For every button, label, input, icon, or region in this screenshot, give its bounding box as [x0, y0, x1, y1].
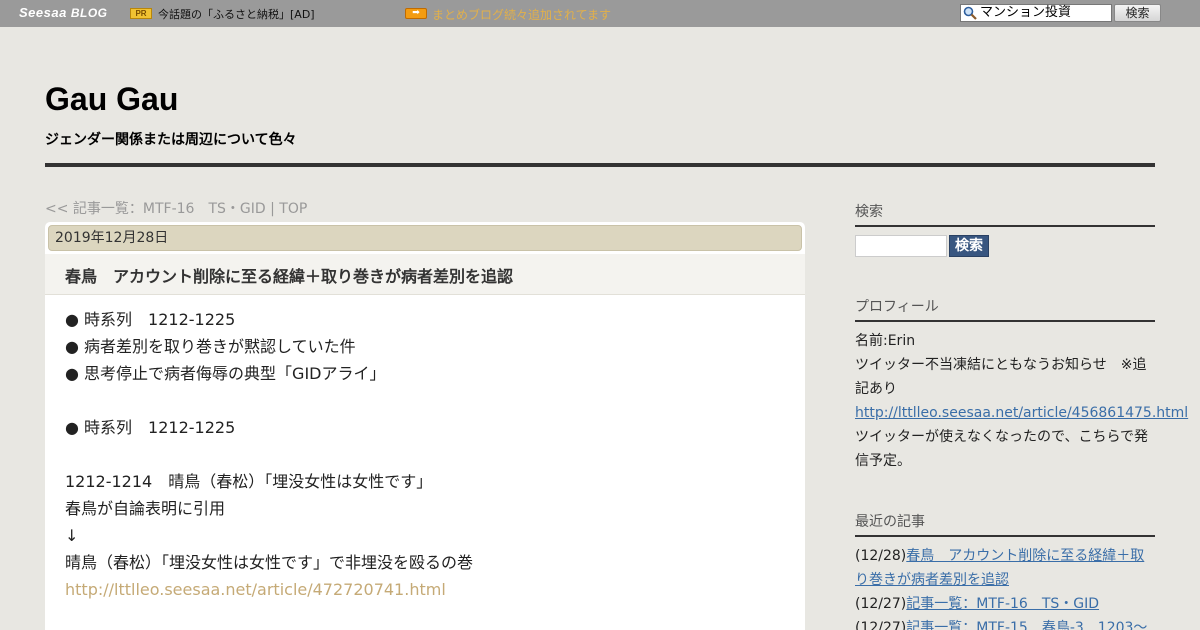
post-line: 晴鳥（春松）「埋没女性は女性です」で非埋没を殴るの巻	[65, 553, 474, 572]
post-line: ● 病者差別を取り巻きが黙認していた件	[65, 337, 356, 356]
top-search-value: マンション投資	[980, 5, 1072, 20]
post-date: 2019年12月28日	[48, 225, 802, 251]
logo-sub: BLOG	[70, 6, 108, 20]
profile-name: 名前:Erin	[855, 333, 916, 349]
post-line: ● 思考停止で病者侮辱の典型「GIDアライ」	[65, 364, 386, 383]
post-line: ● 時系列 1212-1225	[65, 418, 236, 437]
top-search-button[interactable]: 検索	[1114, 4, 1161, 22]
post-body: ● 時系列 1212-1225 ● 病者差別を取り巻きが黙認していた件 ● 思考…	[65, 306, 785, 603]
profile-note: ツイッターが使えなくなったので、こちらで発信予定。	[855, 429, 1149, 469]
site-description: ジェンダー関係または周辺について色々	[45, 132, 297, 148]
post-line: ● 時系列 1212-1225	[65, 310, 236, 329]
pr-badge: PR	[130, 8, 152, 19]
matome-link[interactable]: まとめブログ続々追加されてます	[432, 6, 611, 23]
post-title-box: 春鳥 アカウント削除に至る経緯＋取り巻きが病者差別を追認	[45, 254, 805, 295]
list-item: (12/27)記事一覧：MTF-16 TS・GID	[855, 592, 1155, 616]
breadcrumb[interactable]: << 記事一覧：MTF-16 TS・GID | TOP	[45, 198, 307, 218]
post-line: 1212-1214 晴鳥（春松）「埋没女性は女性です」	[65, 472, 433, 491]
arrow-right-icon: ➡	[405, 8, 427, 19]
search-icon	[963, 6, 977, 20]
sidebar-search-button[interactable]: 検索	[949, 235, 989, 257]
recent-date: (12/27)	[855, 596, 907, 612]
recent-articles-list: (12/28)春鳥 アカウント削除に至る経緯＋取り巻きが病者差別を追認 (12/…	[855, 544, 1155, 630]
recent-article-link[interactable]: 記事一覧：MTF-16 TS・GID	[906, 596, 1099, 612]
profile-content: 名前:Erin ツイッター不当凍結にともなうお知らせ ※追記あり http://…	[855, 329, 1188, 473]
recent-date: (12/28)	[855, 548, 907, 564]
article: 2019年12月28日 春鳥 アカウント削除に至る経緯＋取り巻きが病者差別を追認…	[45, 222, 805, 630]
post-line: 春鳥が自論表明に引用	[65, 499, 226, 518]
post-link[interactable]: http://lttlleo.seesaa.net/article/472720…	[65, 576, 785, 603]
list-item: (12/27)記事一覧：MTF-15 春鳥-3 1203～	[855, 616, 1155, 630]
sidebar-search-heading: 検索	[855, 201, 1155, 227]
profile-notice: ツイッター不当凍結にともなうお知らせ ※追記あり	[855, 357, 1147, 397]
sidebar-recent-heading: 最近の記事	[855, 511, 1155, 537]
top-search-input[interactable]: マンション投資	[960, 4, 1112, 22]
list-item: (12/28)春鳥 アカウント削除に至る経緯＋取り巻きが病者差別を追認	[855, 544, 1155, 592]
logo-main: Seesaa	[19, 5, 67, 20]
recent-article-link[interactable]: 記事一覧：MTF-15 春鳥-3 1203～	[906, 620, 1147, 630]
sidebar-profile-heading: プロフィール	[855, 296, 1155, 322]
post-line: ↓	[65, 526, 79, 545]
seesaa-blog-logo[interactable]: Seesaa BLOG	[19, 5, 108, 20]
sidebar-search-input[interactable]	[855, 235, 947, 257]
profile-link[interactable]: http://lttlleo.seesaa.net/article/456861…	[855, 405, 1188, 421]
post-line	[65, 441, 785, 468]
post-line	[65, 387, 785, 414]
top-bar: Seesaa BLOG PR 今話題の「ふるさと納税」[AD] ➡ まとめブログ続…	[0, 0, 1200, 27]
recent-date: (12/27)	[855, 620, 907, 630]
pr-ad-link[interactable]: 今話題の「ふるさと納税」[AD]	[158, 6, 315, 22]
header-divider	[45, 163, 1155, 167]
site-title[interactable]: Gau Gau	[45, 81, 178, 118]
post-title[interactable]: 春鳥 アカウント削除に至る経緯＋取り巻きが病者差別を追認	[65, 263, 513, 287]
